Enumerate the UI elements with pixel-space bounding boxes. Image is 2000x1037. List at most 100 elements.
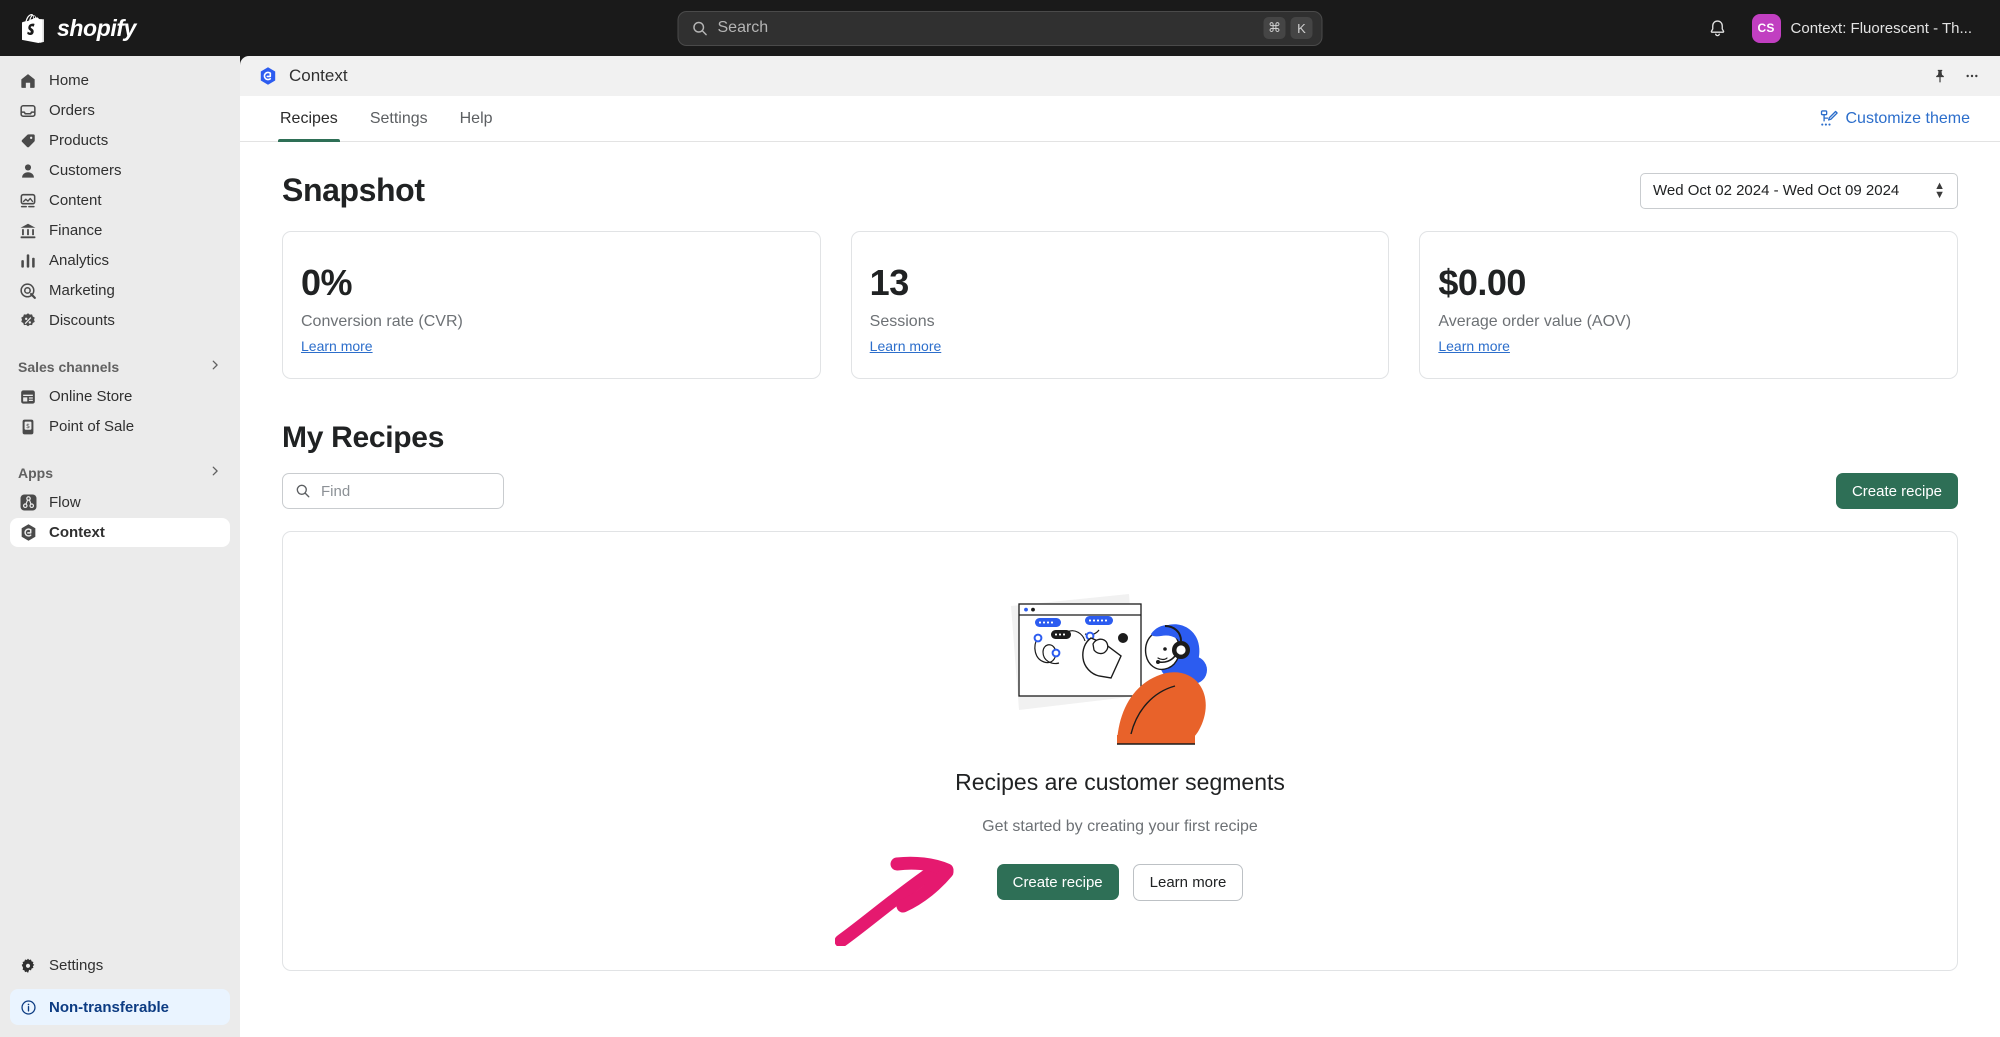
learn-more-button[interactable]: Learn more xyxy=(1133,864,1244,901)
sidebar: Home Orders Products xyxy=(0,56,240,1037)
shopify-wordmark: shopify xyxy=(57,15,136,42)
sidebar-item-analytics[interactable]: Analytics xyxy=(10,246,230,275)
content-icon xyxy=(18,191,38,211)
customize-theme-link[interactable]: Customize theme xyxy=(1820,109,1971,128)
app-identity: Context xyxy=(258,66,348,86)
sidebar-item-point-of-sale[interactable]: $ Point of Sale xyxy=(10,412,230,441)
sidebar-item-settings[interactable]: Settings xyxy=(10,951,230,980)
sidebar-apps-items: Flow Context xyxy=(10,488,230,547)
date-range-value: Wed Oct 02 2024 - Wed Oct 09 2024 xyxy=(1653,182,1899,199)
search-shortcut: ⌘ K xyxy=(1264,17,1313,39)
chevron-right-icon xyxy=(208,464,222,481)
pin-button[interactable] xyxy=(1926,62,1954,90)
home-icon xyxy=(18,71,38,91)
find-placeholder: Find xyxy=(321,483,350,500)
shopify-logo[interactable]: shopify xyxy=(0,14,240,43)
date-range-select[interactable]: Wed Oct 02 2024 - Wed Oct 09 2024 ▲▼ xyxy=(1640,173,1958,209)
flow-app-icon xyxy=(18,493,38,513)
tab-settings[interactable]: Settings xyxy=(354,96,444,141)
learn-more-link[interactable]: Learn more xyxy=(301,338,373,354)
svg-text:$: $ xyxy=(26,423,30,430)
sidebar-item-label: Analytics xyxy=(49,252,109,269)
main-panel: Context xyxy=(240,56,2000,1037)
analytics-bars-icon xyxy=(18,251,38,271)
store-switcher-button[interactable]: CS Context: Fluorescent - Th... xyxy=(1748,10,1980,47)
sidebar-item-label: Discounts xyxy=(49,312,115,329)
discounts-badge-icon xyxy=(18,311,38,331)
customize-theme-icon xyxy=(1820,109,1839,128)
search-input[interactable]: Search ⌘ K xyxy=(678,11,1323,46)
create-recipe-button-toolbar[interactable]: Create recipe xyxy=(1836,473,1958,509)
sidebar-item-context[interactable]: Context xyxy=(10,518,230,547)
sidebar-item-label: Customers xyxy=(49,162,122,179)
sidebar-group-apps[interactable]: Apps xyxy=(10,457,230,488)
learn-more-link[interactable]: Learn more xyxy=(1438,338,1510,354)
kbd-k: K xyxy=(1291,17,1313,39)
annotation-arrow xyxy=(835,846,975,946)
sidebar-item-home[interactable]: Home xyxy=(10,66,230,95)
non-transferable-banner[interactable]: Non-transferable xyxy=(10,989,230,1025)
chevron-right-icon xyxy=(208,358,222,375)
more-options-button[interactable] xyxy=(1958,62,1986,90)
sidebar-item-marketing[interactable]: Marketing xyxy=(10,276,230,305)
finance-bank-icon xyxy=(18,221,38,241)
snapshot-cards: 0% Conversion rate (CVR) Learn more 13 S… xyxy=(282,231,1958,379)
sidebar-item-label: Context xyxy=(49,524,105,541)
context-app-icon xyxy=(18,523,38,543)
sidebar-item-orders[interactable]: Orders xyxy=(10,96,230,125)
recipe-find-input[interactable]: Find xyxy=(282,473,504,509)
search-placeholder: Search xyxy=(718,19,1255,37)
sidebar-item-label: Products xyxy=(49,132,108,149)
sidebar-footer: Settings Non-transferable xyxy=(10,951,230,1037)
online-store-icon xyxy=(18,387,38,407)
sidebar-primary-nav: Home Orders Products xyxy=(10,66,230,335)
top-bar: shopify Search ⌘ K CS Context: Fluoresce… xyxy=(0,0,2000,56)
sidebar-item-products[interactable]: Products xyxy=(10,126,230,155)
info-circle-icon xyxy=(18,997,38,1017)
global-search[interactable]: Search ⌘ K xyxy=(678,11,1323,46)
search-icon xyxy=(692,20,709,37)
empty-state-illustration xyxy=(1005,592,1235,747)
sidebar-item-label: Settings xyxy=(49,957,103,974)
sidebar-item-flow[interactable]: Flow xyxy=(10,488,230,517)
sidebar-sales-channels-items: Online Store $ Point of Sale xyxy=(10,382,230,441)
metric-value: $0.00 xyxy=(1438,262,1939,304)
context-app-icon xyxy=(258,66,278,86)
sidebar-group-label: Sales channels xyxy=(18,359,119,375)
tab-help[interactable]: Help xyxy=(444,96,509,141)
sidebar-item-label: Online Store xyxy=(49,388,132,405)
learn-more-link[interactable]: Learn more xyxy=(870,338,942,354)
customize-theme-label: Customize theme xyxy=(1846,110,1971,128)
sidebar-item-content[interactable]: Content xyxy=(10,186,230,215)
sidebar-item-label: Marketing xyxy=(49,282,115,299)
sidebar-item-label: Finance xyxy=(49,222,102,239)
sidebar-item-label: Orders xyxy=(49,102,95,119)
metric-value: 13 xyxy=(870,262,1371,304)
sidebar-item-finance[interactable]: Finance xyxy=(10,216,230,245)
notifications-button[interactable] xyxy=(1702,12,1734,44)
non-transferable-label: Non-transferable xyxy=(49,999,169,1016)
tab-recipes[interactable]: Recipes xyxy=(264,96,354,141)
app-header-actions xyxy=(1926,62,1986,90)
metric-label: Conversion rate (CVR) xyxy=(301,313,802,331)
store-name-label: Context: Fluorescent - Th... xyxy=(1791,20,1972,37)
kbd-command: ⌘ xyxy=(1264,17,1286,39)
sidebar-group-label: Apps xyxy=(18,465,53,481)
sidebar-item-online-store[interactable]: Online Store xyxy=(10,382,230,411)
more-horizontal-icon xyxy=(1964,68,1980,84)
sidebar-item-discounts[interactable]: Discounts xyxy=(10,306,230,335)
app-header: Context xyxy=(240,56,2000,96)
snapshot-header: Snapshot Wed Oct 02 2024 - Wed Oct 09 20… xyxy=(282,172,1958,209)
metric-card-cvr: 0% Conversion rate (CVR) Learn more xyxy=(282,231,821,379)
page-content: Snapshot Wed Oct 02 2024 - Wed Oct 09 20… xyxy=(240,142,2000,1037)
point-of-sale-icon: $ xyxy=(18,417,38,437)
empty-state-subtitle: Get started by creating your first recip… xyxy=(982,818,1258,836)
sidebar-group-sales-channels[interactable]: Sales channels xyxy=(10,351,230,382)
tabs: Recipes Settings Help xyxy=(264,96,509,141)
orders-icon xyxy=(18,101,38,121)
create-recipe-button-empty[interactable]: Create recipe xyxy=(997,864,1119,900)
my-recipes-title: My Recipes xyxy=(282,421,1958,455)
sidebar-item-customers[interactable]: Customers xyxy=(10,156,230,185)
pin-icon xyxy=(1932,68,1948,84)
shopify-bag-icon xyxy=(22,14,48,43)
